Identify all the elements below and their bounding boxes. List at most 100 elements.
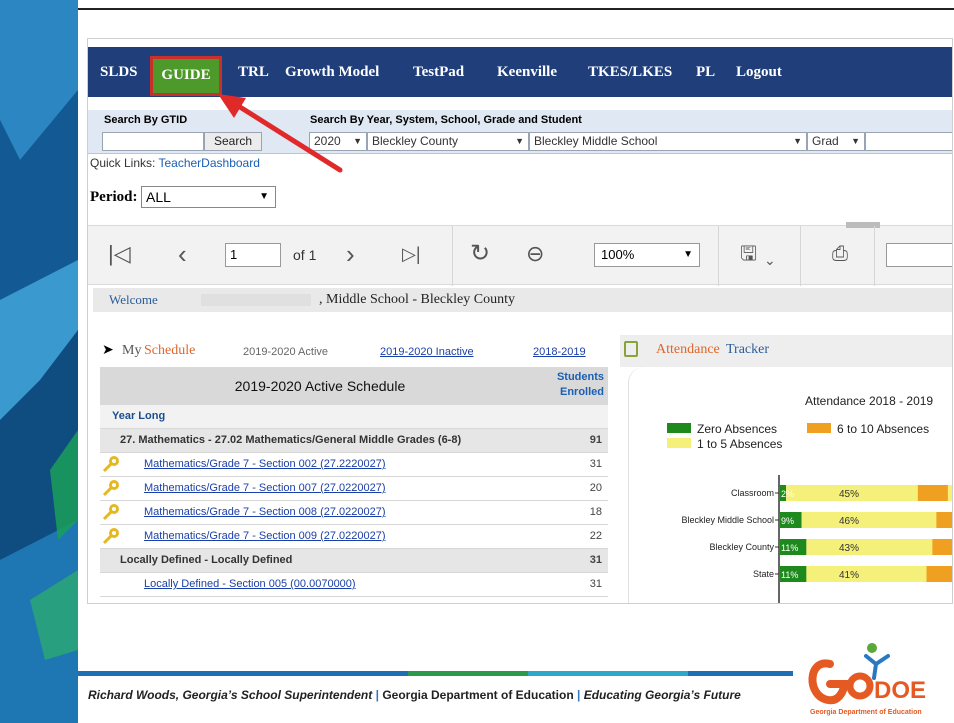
tab-2019-2020-inactive[interactable]: 2019-2020 Inactive <box>380 346 474 358</box>
refresh-icon[interactable]: ↻ <box>470 242 490 266</box>
logo-subtitle: Georgia Department of Education <box>810 709 922 716</box>
toolbar-separator <box>718 226 719 286</box>
print-icon[interactable]: ⎙ <box>832 242 848 266</box>
back-icon[interactable]: ⊖ <box>526 242 544 266</box>
red-arrow-annotation <box>218 94 343 173</box>
key-icon <box>102 455 120 473</box>
system-select[interactable]: Bleckley County ▼ <box>367 132 529 151</box>
previous-page-icon[interactable]: ‹ <box>178 241 187 267</box>
school-select[interactable]: Bleckley Middle School ▼ <box>529 132 807 151</box>
enrolled-count: 22 <box>589 530 602 542</box>
footer-separator: | <box>577 688 581 702</box>
students-header-line2: Enrolled <box>559 386 604 398</box>
section-link[interactable]: Mathematics/Grade 7 - Section 007 (27.02… <box>144 477 386 500</box>
bar-six-to-ten <box>936 512 952 528</box>
toolbar-separator <box>452 226 453 286</box>
zoom-select[interactable]: 100% ▼ <box>594 243 700 267</box>
first-page-icon[interactable]: |◁ <box>108 242 131 266</box>
nav-keenville[interactable]: Keenville <box>497 47 557 97</box>
year-long-label: Year Long <box>112 410 166 422</box>
attendance-title-b: Tracker <box>726 342 770 357</box>
nav-slds[interactable]: SLDS <box>100 47 138 97</box>
footer-separator: | <box>375 688 379 702</box>
system-value: Bleckley County <box>372 134 459 148</box>
bar-mid-label: 41% <box>839 570 859 581</box>
footer-text: Richard Woods, Georgia’s School Superint… <box>88 688 741 702</box>
student-select[interactable] <box>865 132 952 151</box>
chevron-down-icon: ▼ <box>683 249 693 260</box>
chevron-down-icon: ▼ <box>259 191 269 202</box>
report-toolbar: |◁ ‹ 1 of 1 › ▷| ↻ ⊖ 100% ▼ 🖫 ⌄ ⎙ <box>88 222 952 286</box>
chevron-down-icon: ▼ <box>353 136 362 146</box>
section-link[interactable]: Mathematics/Grade 7 - Section 008 (27.02… <box>144 501 386 524</box>
find-input[interactable] <box>886 243 952 267</box>
section-link[interactable]: Locally Defined - Section 005 (00.007000… <box>144 573 356 596</box>
schedule-table-title: 2019-2020 Active Schedule <box>100 367 540 405</box>
gadoe-logo-graphic: DOE Georgia Department of Education <box>808 643 926 716</box>
gadoe-logo: DOE Georgia Department of Education <box>800 634 936 718</box>
legend-six-ten: 6 to 10 Absences <box>837 422 929 436</box>
search-by-label: Search By Year, System, School, Grade an… <box>310 114 582 126</box>
slide: SLDS GUIDE TRL Growth Model TestPad Keen… <box>0 0 954 723</box>
schedule-row: Year Long <box>100 405 608 429</box>
chevron-down-icon[interactable]: ⌄ <box>764 248 776 272</box>
save-icon[interactable]: 🖫 <box>740 242 757 266</box>
section-link[interactable]: Mathematics/Grade 7 - Section 009 (27.02… <box>144 525 386 548</box>
last-page-icon[interactable]: ▷| <box>402 242 421 266</box>
section-link[interactable]: Mathematics/Grade 7 - Section 002 (27.22… <box>144 453 386 476</box>
grade-select[interactable]: Grad ▼ <box>807 132 865 151</box>
grade-value: Grad <box>812 134 839 148</box>
period-select[interactable]: ALL ▼ <box>141 186 276 208</box>
bar-mid-label: 45% <box>839 489 859 500</box>
chevron-down-icon: ▼ <box>515 136 524 146</box>
next-page-icon[interactable]: › <box>346 241 355 267</box>
quick-links-label: Quick Links: <box>90 156 156 170</box>
bar-zero-label: 11% <box>781 570 798 580</box>
bar-mid-label: 43% <box>839 543 859 554</box>
left-decorative-band <box>0 0 78 723</box>
tab-2019-2020-active[interactable]: 2019-2020 Active <box>243 346 328 358</box>
footer-department: Georgia Department of Education <box>382 688 574 702</box>
schedule-title-prefix: My <box>122 343 142 358</box>
schedule-row: 27. Mathematics - 27.02 Mathematics/Gene… <box>100 429 608 453</box>
nav-testpad[interactable]: TestPad <box>413 47 464 97</box>
nav-tkes-lkes[interactable]: TKES/LKES <box>588 47 672 97</box>
chevron-down-icon: ▼ <box>793 136 802 146</box>
bar-category-label: Bleckley Middle School <box>681 515 774 525</box>
tab-2018-2019[interactable]: 2018-2019 <box>533 346 586 358</box>
bar-six-to-ten <box>917 485 948 501</box>
nav-pl[interactable]: PL <box>696 47 715 97</box>
welcome-bar: Welcome , Middle School - Bleckley Count… <box>93 288 952 312</box>
svg-text:DOE: DOE <box>874 677 926 704</box>
students-enrolled-header: Students Enrolled <box>540 367 608 405</box>
period-label: Period: <box>90 189 138 205</box>
footer-bar-blue-2 <box>688 671 793 676</box>
page-number-input[interactable]: 1 <box>225 243 281 267</box>
bar-category-label: Classroom <box>731 488 774 498</box>
period-value: ALL <box>146 189 171 205</box>
legend-swatch-six-ten <box>807 423 831 433</box>
redacted-name <box>201 294 311 306</box>
bar-zero-label: 9% <box>781 516 794 526</box>
welcome-label: Welcome <box>109 292 158 307</box>
schedule-row: Locally Defined - Section 005 (00.007000… <box>100 573 608 597</box>
pin-icon: ➤ <box>102 341 114 357</box>
chart-title: Attendance 2018 - 2019 <box>805 394 933 408</box>
key-icon <box>102 527 120 545</box>
nav-logout[interactable]: Logout <box>736 47 782 97</box>
bar-six-to-ten <box>926 566 952 582</box>
schedule-header: ➤ My Schedule 2019-2020 Active 2019-2020… <box>100 335 608 367</box>
top-rule <box>78 8 954 10</box>
footer-bar-cyan <box>528 671 688 676</box>
page-count: of 1 <box>293 247 317 263</box>
toolbar-separator <box>874 226 875 286</box>
gtid-input[interactable] <box>102 132 204 151</box>
schedule-row: Locally Defined - Locally Defined 31 <box>100 549 608 573</box>
enrolled-count: 31 <box>589 578 602 590</box>
legend-zero: Zero Absences <box>697 422 777 436</box>
schedule-title: Schedule <box>144 343 196 358</box>
enrolled-count: 18 <box>589 506 602 518</box>
clipboard-icon <box>624 341 638 357</box>
school-heading: , Middle School - Bleckley County <box>319 292 515 307</box>
facet-graphic <box>0 0 78 723</box>
